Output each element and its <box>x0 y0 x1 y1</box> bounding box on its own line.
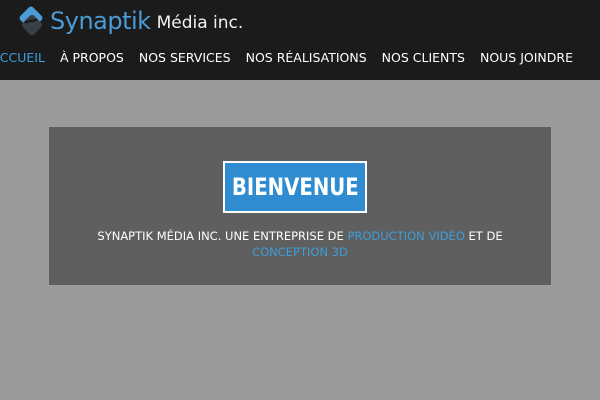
nav-item-nos-services[interactable]: NOS SERVICES <box>139 50 231 65</box>
brand-suffix: Média inc. <box>156 13 244 33</box>
hero-tagline: SYNAPTIK MÉDIA INC. UNE ENTREPRISE DE PR… <box>89 228 511 260</box>
welcome-badge: BIENVENUE <box>223 161 367 213</box>
nav-item-nous-joindre[interactable]: NOUS JOINDRE <box>480 50 573 65</box>
brand-name: Synaptik <box>50 7 151 35</box>
hero-banner: BIENVENUE SYNAPTIK MÉDIA INC. UNE ENTREP… <box>49 127 551 285</box>
synaptik-logo-mark-icon <box>16 6 46 36</box>
tagline-highlight-video: PRODUCTION VIDÉO <box>347 229 465 243</box>
nav-item-accueil[interactable]: ACCUEIL <box>0 50 45 65</box>
nav-item-nos-clients[interactable]: NOS CLIENTS <box>382 50 465 65</box>
nav-item-a-propos[interactable]: À PROPOS <box>60 50 124 65</box>
tagline-highlight-3d: CONCEPTION 3D <box>252 245 348 259</box>
nav-item-nos-realisations[interactable]: NOS RÉALISATIONS <box>246 50 367 65</box>
tagline-part1: SYNAPTIK MÉDIA INC. UNE ENTREPRISE DE <box>97 229 348 243</box>
site-logo[interactable]: Synaptik Média inc. <box>16 5 243 37</box>
welcome-badge-text: BIENVENUE <box>231 173 359 201</box>
site-header: Synaptik Média inc. ACCUEIL À PROPOS NOS… <box>0 0 600 80</box>
main-nav: ACCUEIL À PROPOS NOS SERVICES NOS RÉALIS… <box>0 50 573 65</box>
tagline-part2: ET DE <box>464 229 503 243</box>
